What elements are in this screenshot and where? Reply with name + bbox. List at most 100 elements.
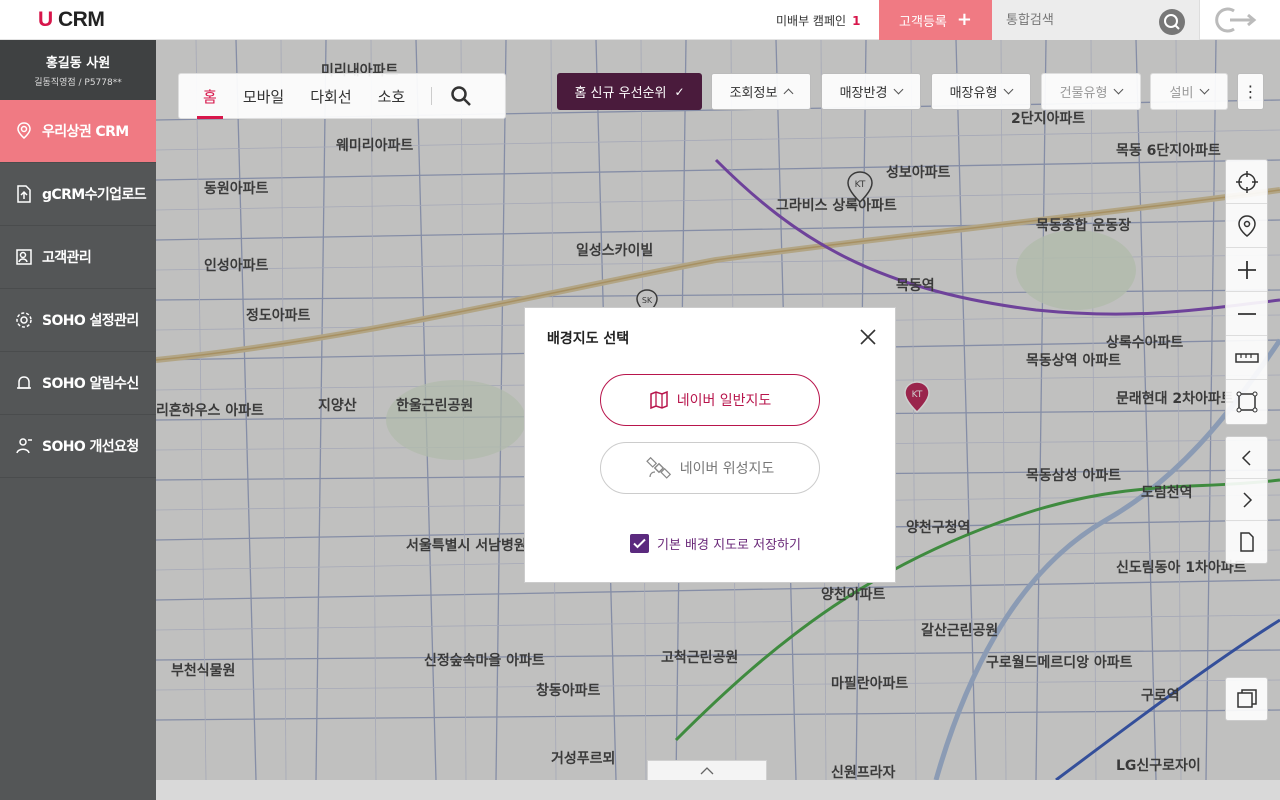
zoom-in-button[interactable] [1226,248,1267,292]
next-button[interactable] [1226,479,1267,521]
logo[interactable]: U CRM [38,8,105,32]
sidebar-item-gcrm-upload[interactable]: gCRM수기업로드 [0,163,156,226]
divider [431,87,433,105]
store-radius-dropdown[interactable]: 매장반경 [821,73,921,110]
store-type-label: 매장유형 [949,86,998,101]
sidebar-item-customer-manage[interactable]: 고객관리 [0,226,156,289]
chevron-up-icon [700,766,714,774]
more-options-button[interactable]: ⋮ [1237,73,1264,110]
close-icon[interactable] [858,327,878,347]
measure-area-button[interactable] [1226,380,1267,424]
option-label: 네이버 일반지도 [676,393,772,409]
chevron-down-icon [1113,84,1124,95]
sidebar-item-soho-request[interactable]: SOHO 개선요청 [0,415,156,478]
user-branch: 길동직영점 / P5778** [34,78,122,88]
chevron-down-icon [1003,84,1014,95]
campaign-label: 미배부 캠페인 [776,14,847,28]
location-marker-button[interactable] [1226,204,1267,248]
tab-multi-line[interactable]: 다회선 [310,86,351,107]
query-info-dropdown[interactable]: 조회정보 [711,73,811,110]
map-layer-tools [1225,677,1268,721]
sidebar-item-label: SOHO 알림수신 [42,376,139,392]
search-input[interactable] [992,0,1152,40]
register-customer-button[interactable]: 고객등록 + [879,0,992,40]
naver-normal-map-option[interactable]: 네이버 일반지도 [600,374,820,426]
sidebar-item-label: 우리상권 CRM [42,124,129,140]
pin-icon [1237,214,1256,237]
building-type-dropdown[interactable]: 건물유형 [1041,73,1141,110]
prev-button[interactable] [1226,437,1267,479]
chevron-left-icon [1241,449,1251,466]
option-label: 네이버 위성지도 [679,461,775,477]
chevron-right-icon [1242,491,1252,508]
satellite-icon [645,456,671,479]
store-type-dropdown[interactable]: 매장유형 [931,73,1031,110]
register-label: 고객등록 [899,14,947,30]
priority-filter-button[interactable]: 홈 신규 우선순위 ✓ [557,73,702,110]
map-layer-button[interactable] [1226,678,1267,720]
checkbox-checked-icon [630,534,649,553]
search-icon[interactable] [450,85,472,107]
sidebar-item-label: 고객관리 [42,250,92,266]
location-pin-icon [14,121,34,141]
sidebar-item-label: SOHO 설정관리 [42,313,139,329]
area-icon [1236,391,1257,413]
crosshair-icon [1235,170,1258,193]
store-radius-label: 매장반경 [839,86,888,101]
sidebar-item-soho-notify[interactable]: SOHO 알림수신 [0,352,156,415]
naver-satellite-map-option[interactable]: 네이버 위성지도 [600,442,820,494]
sidebar-item-label: SOHO 개선요청 [42,439,139,455]
sidebar-item-area-crm[interactable]: 우리상권 CRM [0,100,156,163]
tab-home[interactable]: 홈 [197,86,223,119]
zoom-out-button[interactable] [1226,292,1267,336]
chevron-down-icon [1200,84,1210,95]
measure-distance-button[interactable] [1226,336,1267,380]
bottom-bar [156,780,1280,800]
chevron-down-icon [893,84,904,95]
settings-gear-icon [14,310,34,330]
equipment-label: 설비 [1169,86,1194,101]
document-button[interactable] [1226,521,1267,563]
current-location-button[interactable] [1226,160,1267,204]
campaign-count: 1 [852,14,861,28]
unassigned-campaign-link[interactable]: 미배부 캠페인 1 [776,12,860,29]
building-type-label: 건물유형 [1059,86,1108,101]
upload-file-icon [14,184,34,204]
save-default-checkbox[interactable]: 기본 배경 지도로 저장하기 [630,534,801,553]
check-icon: ✓ [674,84,685,99]
user-name: 홍길동 사원 [45,56,111,71]
logout-button[interactable] [1199,0,1280,40]
ruler-icon [1234,352,1259,363]
sidebar: 홍길동 사원 길동직영점 / P5778** 우리상권 CRM gCRM수기업로… [0,40,156,800]
query-info-label: 조회정보 [729,86,778,101]
customer-manage-icon [14,247,34,267]
plus-icon: + [956,9,972,30]
map-icon [649,390,668,410]
notification-icon [14,373,34,393]
equipment-dropdown[interactable]: 설비 [1150,73,1228,110]
logout-icon [1215,7,1257,33]
basemap-select-dialog: 배경지도 선택 네이버 일반지도 네이버 위성지도 기본 배경 지도로 저장하기 [524,307,896,583]
save-default-label: 기본 배경 지도로 저장하기 [657,538,801,553]
sidebar-item-label: gCRM수기업로드 [42,187,147,203]
tab-soho[interactable]: 소호 [378,86,406,107]
bottom-panel-toggle[interactable] [647,760,767,780]
kebab-menu-icon: ⋮ [1242,81,1259,101]
request-icon [14,436,34,456]
map-nav-tools [1225,436,1268,564]
layers-icon [1236,689,1257,708]
minus-icon [1237,312,1256,315]
sidebar-item-soho-settings[interactable]: SOHO 설정관리 [0,289,156,352]
dialog-title: 배경지도 선택 [547,331,630,347]
top-bar: U CRM 미배부 캠페인 1 고객등록 + [0,0,1280,40]
document-icon [1239,532,1254,552]
priority-filter-label: 홈 신규 우선순위 [574,86,667,101]
search-icon[interactable] [1159,9,1185,35]
chevron-up-icon [783,88,794,99]
user-profile: 홍길동 사원 길동직영점 / P5778** [0,40,156,100]
plus-icon [1237,260,1256,279]
global-search [992,0,1199,40]
map-tools [1225,159,1268,425]
search-tabs-panel: 홈 모바일 다회선 소호 [178,73,506,119]
tab-mobile[interactable]: 모바일 [243,86,284,107]
